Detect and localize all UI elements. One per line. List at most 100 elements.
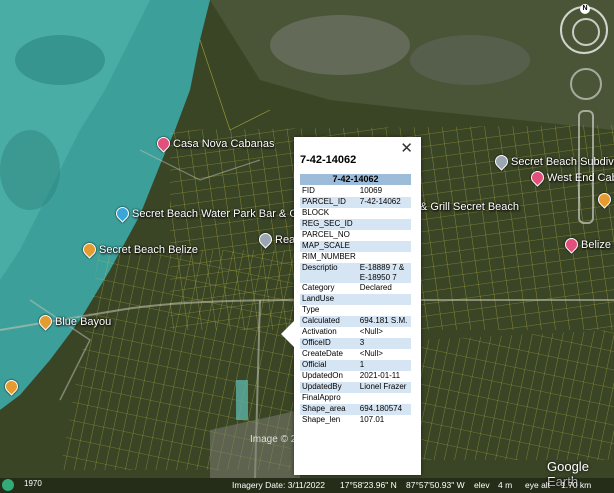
place-secret-beach-belize[interactable]: Secret Beach Belize	[80, 240, 199, 259]
place-label: Blue Bayou	[55, 315, 112, 328]
attribute-key: OfficeID	[302, 338, 331, 347]
attribute-value: 2021-01-11	[359, 371, 401, 380]
attribute-row: Shape_area 694.180574	[300, 404, 411, 415]
popup-pointer	[281, 320, 295, 348]
compass-ring-icon[interactable]	[572, 18, 600, 46]
attribute-row: Descriptio E-18889 7 & E-18950 7	[300, 263, 411, 283]
attribute-value: Declared	[359, 283, 392, 292]
attribute-key: MAP_SCALE	[302, 241, 351, 250]
attribute-row: UpdatedBy Lionel Frazer	[300, 382, 411, 393]
place-secret-beach-subdivision[interactable]: Secret Beach Subdivision	[492, 152, 614, 171]
attribute-key: CreateDate	[302, 349, 343, 358]
status-bar: Imagery Date: 3/11/2022 17°58'23.96" N 8…	[0, 478, 614, 493]
attribute-key: FinalAppro	[302, 393, 341, 402]
attribute-row: Type	[300, 305, 411, 316]
attribute-value: 7-42-14062	[359, 197, 401, 206]
place-unlabeled-pin[interactable]	[2, 377, 21, 396]
attribute-key: Calculated	[302, 316, 340, 325]
popup-table-header: 7-42-14062	[300, 174, 411, 185]
attribute-row: LandUse	[300, 294, 411, 305]
attribute-value	[358, 230, 411, 241]
attribute-row: BLOCK	[300, 208, 411, 219]
attribute-key: Shape_area	[302, 404, 346, 413]
attribute-value	[358, 252, 411, 263]
place-label: Secret Beach Water Park Bar & Grill	[132, 207, 309, 220]
attribute-row: REG_SEC_ID	[300, 219, 411, 230]
place-unlabeled-pin[interactable]	[595, 190, 614, 209]
attribute-key: Official	[302, 360, 327, 369]
attribute-key: Shape_len	[302, 415, 341, 424]
attribute-row: Shape_len 107.01	[300, 415, 411, 426]
attribute-key: Activation	[302, 327, 337, 336]
longitude: 87°57'50.93" W	[406, 480, 465, 490]
place-label: Secret Beach Belize	[99, 243, 199, 256]
place-casa-nova[interactable]: Casa Nova Cabanas	[154, 134, 275, 153]
attribute-row: PARCEL_NO	[300, 230, 411, 241]
attribute-key: Type	[302, 305, 320, 314]
north-indicator[interactable]: N	[580, 4, 590, 14]
compass-control[interactable]: N	[560, 4, 608, 54]
attribute-value	[358, 393, 411, 404]
place-label: Secret Beach Subdivision	[511, 155, 614, 168]
latitude: 17°58'23.96" N	[340, 480, 397, 490]
attribute-row: PARCEL_ID 7-42-14062	[300, 197, 411, 208]
close-icon[interactable]: ✕	[400, 139, 413, 157]
attribute-value	[358, 241, 411, 252]
place-grill-secret-beach[interactable]: & Grill Secret Beach	[420, 201, 519, 213]
attribute-row: MAP_SCALE	[300, 241, 411, 252]
popup-title: 7-42-14062	[300, 154, 357, 166]
historical-imagery-icon[interactable]	[2, 479, 14, 491]
look-joystick-icon[interactable]	[570, 68, 602, 100]
place-label: Belize Sec	[581, 238, 614, 251]
map-pin-icon	[595, 190, 614, 209]
place-label: Casa Nova Cabanas	[173, 137, 275, 150]
elevation-value: 4 m	[498, 480, 513, 490]
attribute-value: 1	[359, 360, 365, 369]
map-pin-icon	[36, 312, 55, 331]
map-pin-icon	[528, 168, 547, 187]
map-pin-icon	[2, 377, 21, 396]
eye-alt-value: 1.70 km	[561, 480, 592, 490]
imagery-date: Imagery Date: 3/11/2022	[232, 480, 325, 490]
attribute-value	[358, 208, 411, 219]
attribute-value	[358, 219, 411, 230]
place-blue-bayou[interactable]: Blue Bayou	[36, 312, 112, 331]
attribute-value: <Null>	[359, 327, 383, 336]
attribute-row: Activation <Null>	[300, 327, 411, 338]
map-pin-icon	[492, 152, 511, 171]
attribute-value: 3	[359, 338, 365, 347]
attribute-key: BLOCK	[302, 208, 330, 217]
zoom-slider[interactable]	[578, 110, 594, 224]
attribute-value: 694.181 S.M.	[359, 316, 408, 325]
elevation-label: elev	[474, 480, 490, 490]
attribute-key: Category	[302, 283, 335, 292]
attribute-row: Category Declared	[300, 283, 411, 294]
attribute-key: UpdatedOn	[302, 371, 343, 380]
attribute-key: PARCEL_ID	[302, 197, 346, 206]
attribute-key: PARCEL_NO	[302, 230, 350, 239]
map-pin-icon	[113, 204, 132, 223]
place-belize-sec[interactable]: Belize Sec	[562, 235, 614, 254]
map-pin-icon	[256, 230, 275, 249]
place-water-park[interactable]: Secret Beach Water Park Bar & Grill	[113, 204, 309, 223]
attribute-row: Calculated 694.181 S.M.	[300, 316, 411, 327]
attribute-key: RIM_NUMBER	[302, 252, 356, 261]
attribute-key: UpdatedBy	[302, 382, 342, 391]
attribute-value: 107.01	[359, 415, 385, 424]
map-pin-icon	[80, 240, 99, 259]
attribute-value: Lionel Frazer	[359, 382, 407, 391]
attribute-value: 10069	[359, 186, 383, 195]
parcel-info-popup: ✕ 7-42-14062 7-42-14062 FID 10069 PARCEL_I…	[281, 137, 421, 475]
attribute-row: CreateDate <Null>	[300, 349, 411, 360]
attribute-table: FID 10069 PARCEL_ID 7-42-14062 BLOCK REG_SEC_…	[300, 186, 411, 426]
attribute-value	[358, 305, 411, 316]
attribute-value: 694.180574	[359, 404, 403, 413]
attribute-value: E-18889 7 & E-18950 7	[359, 263, 405, 282]
attribute-row: RIM_NUMBER	[300, 252, 411, 263]
place-west-end-cabanas[interactable]: West End Cabanas	[528, 168, 614, 187]
attribute-value: <Null>	[359, 349, 383, 358]
historical-year[interactable]: 1970	[24, 479, 42, 488]
attribute-key: FID	[302, 186, 315, 195]
attribute-row: FinalAppro	[300, 393, 411, 404]
map-pin-icon	[154, 134, 173, 153]
